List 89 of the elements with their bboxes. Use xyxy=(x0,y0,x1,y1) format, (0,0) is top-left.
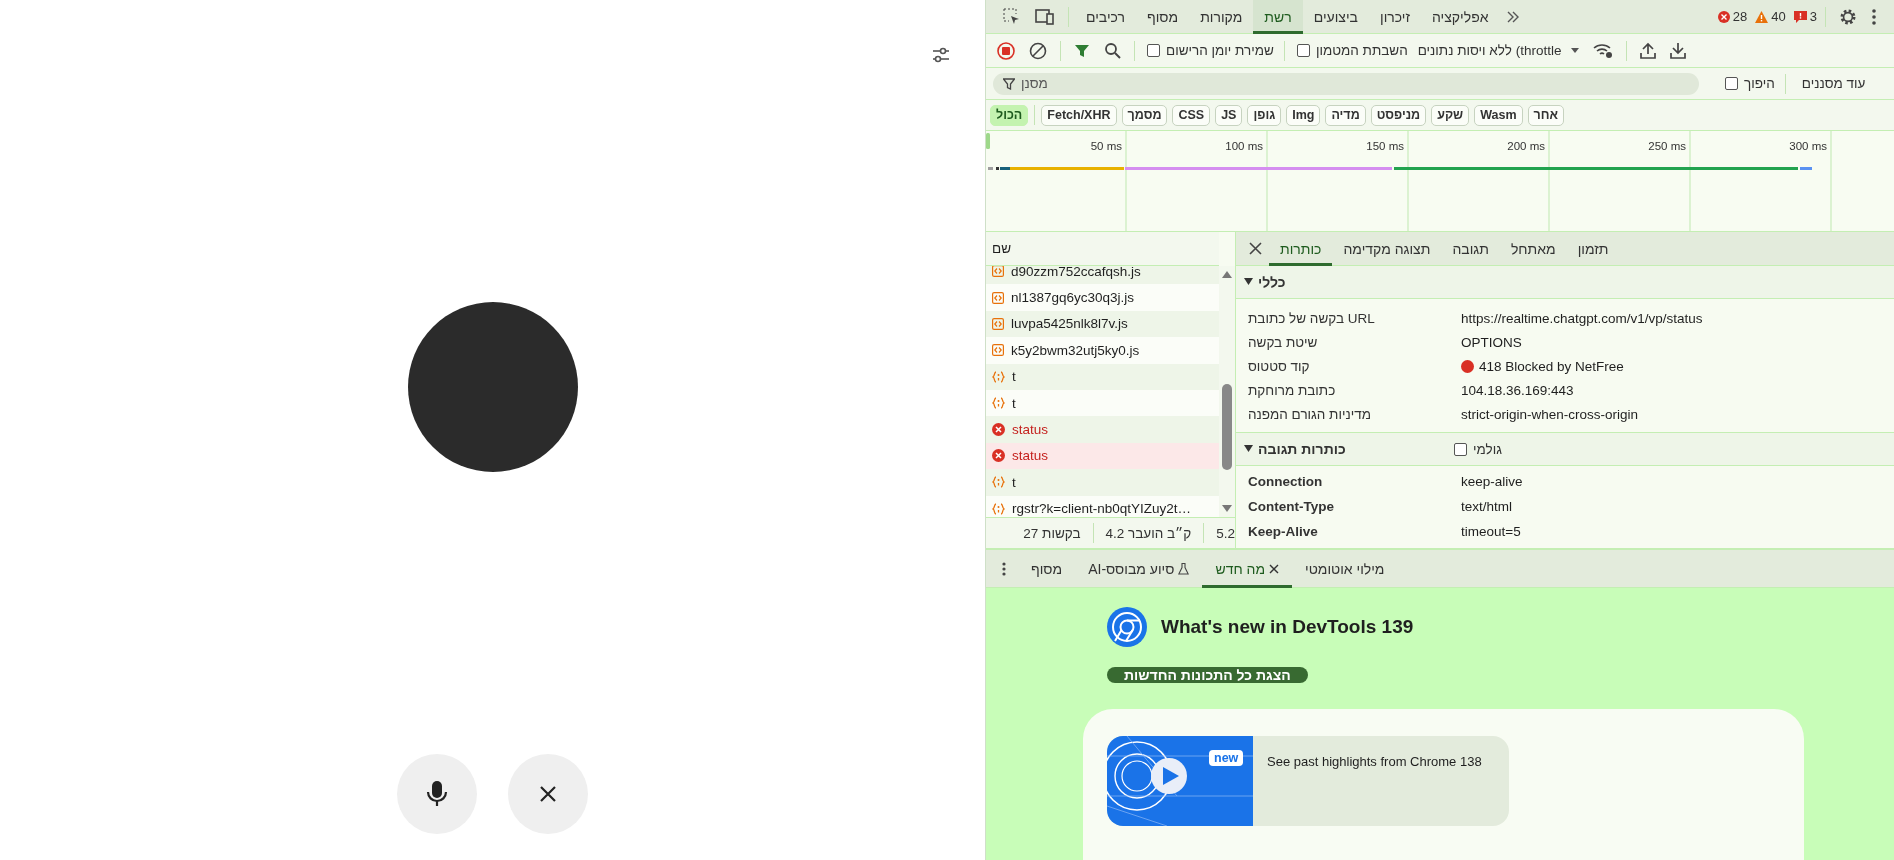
summary-text: 4.2 ק״ב הועבר xyxy=(1105,525,1192,541)
request-name: d90zzm752ccafqsh.js xyxy=(1011,266,1141,279)
header-value: OPTIONS xyxy=(1461,334,1522,350)
summary-text: 27 בקשות xyxy=(1023,525,1081,541)
request-row[interactable]: t xyxy=(986,389,1219,417)
request-row[interactable]: rgstr?k=client-nb0qtYIZuy2t… xyxy=(986,495,1219,517)
request-row[interactable]: t xyxy=(986,363,1219,390)
tick-label: 200 ms xyxy=(1507,140,1545,152)
highlight-card[interactable]: new See past highlights from Chrome 138 xyxy=(1107,736,1509,826)
header-name: מדיניות הגורם המפנה xyxy=(1247,406,1372,422)
header-name: כתובת מרוחקת xyxy=(1247,382,1337,398)
request-name: status xyxy=(1012,448,1049,464)
request-row[interactable]: status xyxy=(986,416,1219,443)
request-row[interactable]: status xyxy=(986,442,1219,470)
filter-field[interactable]: מסנן xyxy=(993,72,1699,95)
column-header: שם xyxy=(992,241,1011,256)
type-filter-chip[interactable]: Img xyxy=(1286,104,1321,126)
request-name: luvpa5425nlk8l7v.js xyxy=(1011,316,1128,332)
section-header[interactable]: כללי xyxy=(1236,274,1454,290)
type-filter-chip[interactable]: מניפסט xyxy=(1370,104,1427,126)
invert-label: היפוך xyxy=(1744,76,1775,91)
panel-tab[interactable]: זיכרון xyxy=(1369,0,1421,34)
type-filter-chip[interactable]: שקע xyxy=(1431,104,1470,126)
whats-new-title: What's new in DevTools 139 xyxy=(1161,616,1414,638)
header-name: Content-Type xyxy=(1247,499,1335,514)
header-value: strict-origin-when-cross-origin xyxy=(1461,406,1639,422)
type-filter-chip[interactable]: Fetch/XHR xyxy=(1041,104,1117,126)
type-filter-chip[interactable]: Wasm xyxy=(1474,104,1523,126)
error-count: 28 xyxy=(1732,9,1748,24)
drawer-tab[interactable]: מסוף xyxy=(1018,549,1076,588)
header-value: keep-alive xyxy=(1461,474,1523,489)
header-value: https://realtime.chatgpt.com/v1/vp/status xyxy=(1461,310,1703,326)
throttling-dropdown[interactable]: ללא ויסות נתונים (throttle xyxy=(1411,43,1586,58)
type-filter-chip[interactable]: הכול xyxy=(990,104,1029,126)
panel-tab[interactable]: מסוף xyxy=(1136,0,1190,34)
header-value: text/html xyxy=(1461,499,1512,514)
header-value: 104.18.36.169:443 xyxy=(1461,382,1574,398)
detail-tab[interactable]: תגובה xyxy=(1441,232,1500,266)
warning-count: 40 xyxy=(1771,9,1786,24)
disable-cache-label: השבתת המטמון xyxy=(1315,43,1408,58)
detail-tab[interactable]: מאתחל xyxy=(1499,232,1567,266)
panel-tab[interactable]: ביצועים xyxy=(1302,0,1369,34)
raw-label: גולמי xyxy=(1473,441,1502,457)
tick-label: 50 ms xyxy=(1090,140,1122,152)
type-filter-chip[interactable]: אחר xyxy=(1527,104,1564,126)
new-badge: new xyxy=(1209,750,1244,766)
highlight-text: See past highlights from Chrome 138 xyxy=(1266,753,1482,771)
type-filter-chip[interactable]: JS xyxy=(1215,104,1243,126)
type-filter-chip[interactable]: CSS xyxy=(1172,104,1211,126)
drawer-tab[interactable]: מילוי אוטומטי xyxy=(1292,549,1398,588)
detail-tab[interactable]: תזמון xyxy=(1566,232,1620,266)
section-header[interactable]: כותרות תגובה xyxy=(1236,441,1454,457)
tick-label: 250 ms xyxy=(1648,140,1686,152)
request-name: t xyxy=(1012,474,1016,490)
request-name: t xyxy=(1012,395,1016,411)
type-filter-chip[interactable]: גופן xyxy=(1247,104,1282,126)
request-name: k5y2bwm32utj5ky0.js xyxy=(1011,342,1140,358)
panel-tab[interactable]: רכיבים xyxy=(1075,0,1136,34)
header-name: בקשה של כתובת URL xyxy=(1247,310,1376,326)
show-all-features-button[interactable]: הצגת כל התכונות החדשות xyxy=(1107,667,1308,683)
header-value: 418 Blocked by NetFree xyxy=(1479,358,1624,374)
tick-label: 150 ms xyxy=(1366,140,1404,152)
more-filters-button[interactable]: עוד מסננים xyxy=(1791,76,1876,91)
request-row[interactable]: k5y2bwm32utj5ky0.js xyxy=(986,337,1219,364)
panel-tab[interactable]: אפליקציה xyxy=(1421,0,1500,34)
header-name: קוד סטטוס xyxy=(1247,358,1311,374)
request-row[interactable]: d90zzm752ccafqsh.js xyxy=(986,266,1219,285)
type-filter-chip[interactable]: מסמך xyxy=(1121,104,1168,126)
request-name: status xyxy=(1012,422,1049,438)
drawer-tab[interactable]: AI-סיוע מבוסס xyxy=(1075,549,1203,588)
header-name: Keep-Alive xyxy=(1247,524,1319,539)
request-name: t xyxy=(1012,369,1016,385)
request-name: rgstr?k=client-nb0qtYIZuy2t… xyxy=(1012,501,1191,517)
request-row[interactable]: luvpa5425nlk8l7v.js xyxy=(986,310,1219,338)
request-row[interactable]: nl1387gq6yc30q3j.js xyxy=(986,284,1219,311)
tick-label: 100 ms xyxy=(1225,140,1263,152)
header-name: Connection xyxy=(1247,474,1324,489)
panel-tab[interactable]: רשת xyxy=(1253,0,1303,34)
request-name: nl1387gq6yc30q3j.js xyxy=(1011,290,1135,306)
summary-text: 5.2 xyxy=(1216,525,1235,541)
type-filter-chip[interactable]: מדיה xyxy=(1325,104,1366,126)
detail-tab[interactable]: תצוגה מקדימה xyxy=(1332,232,1442,266)
request-row[interactable]: t xyxy=(986,469,1219,496)
header-name: שיטת בקשה xyxy=(1247,334,1319,350)
issue-count: 3 xyxy=(1809,9,1817,24)
tick-label: 300 ms xyxy=(1789,140,1827,152)
panel-tab[interactable]: מקורות xyxy=(1189,0,1254,34)
preserve-log-label: שמירת יומן הרישום xyxy=(1166,43,1274,58)
header-value: timeout=5 xyxy=(1461,524,1521,539)
